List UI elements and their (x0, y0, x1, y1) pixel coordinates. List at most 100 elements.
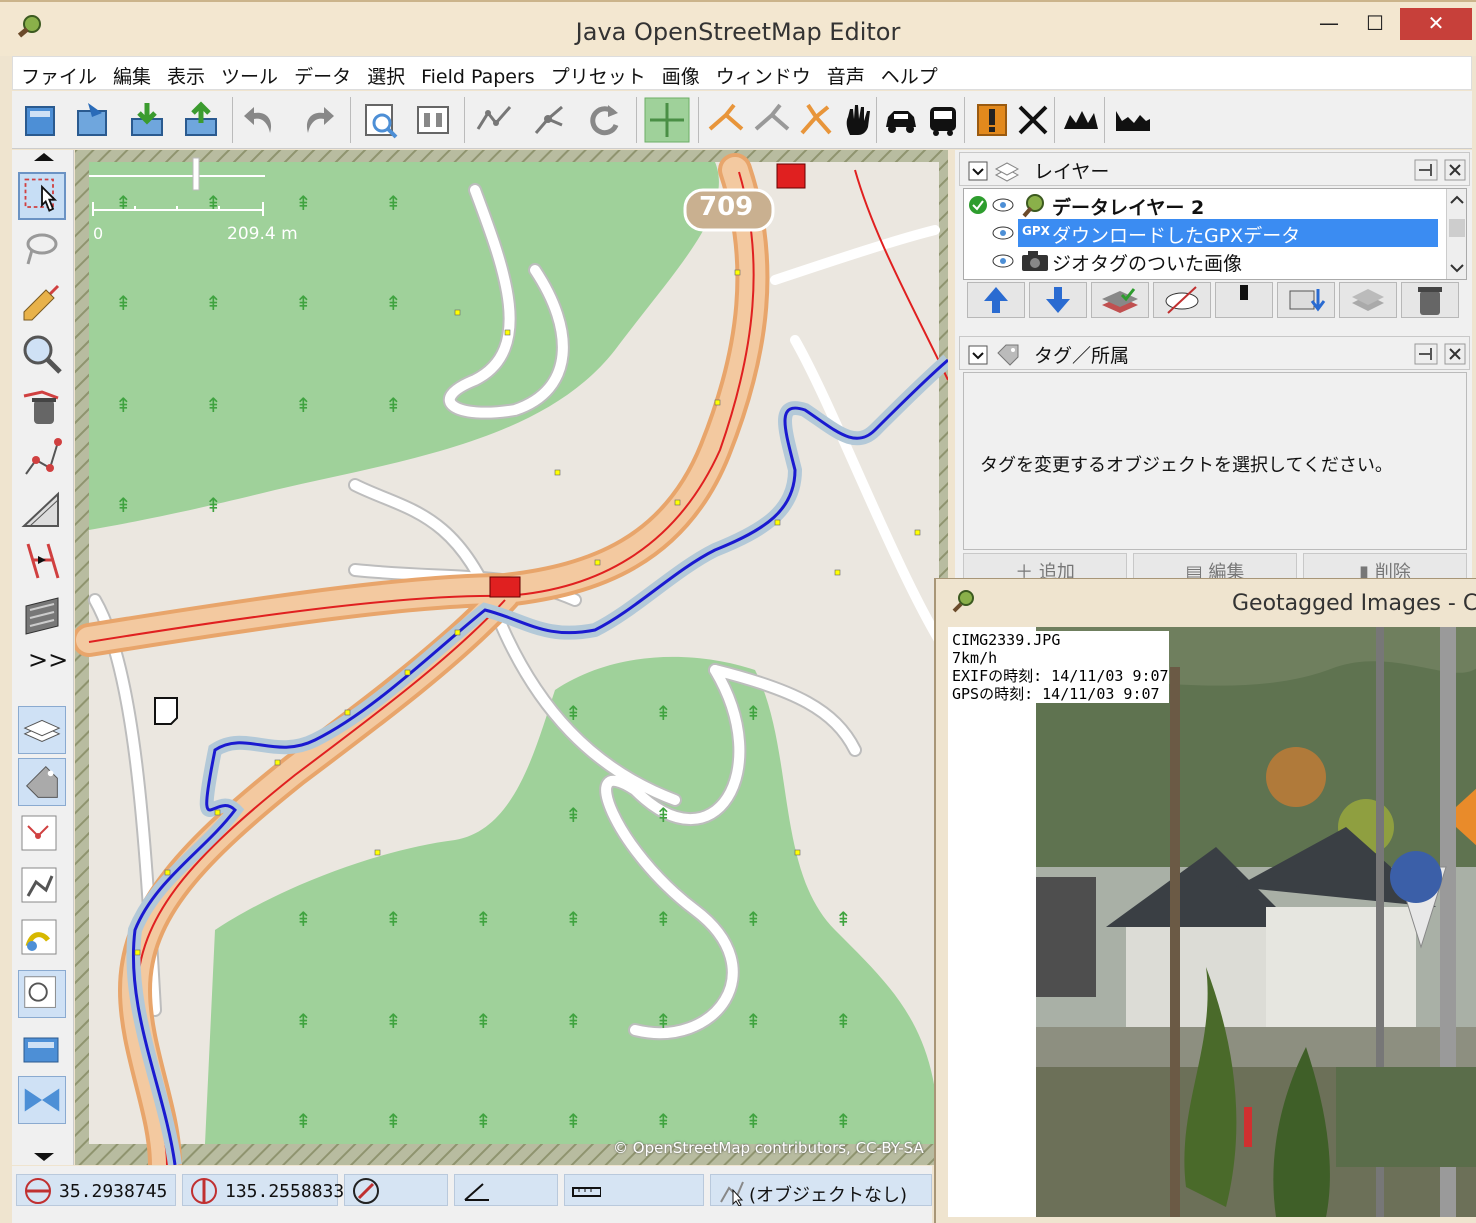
layer-name: ダウンロードしたGPXデータ (1052, 225, 1301, 247)
selection-cursor-icon (720, 1181, 744, 1206)
layers-icon (994, 162, 1020, 182)
map-paint-icon[interactable] (18, 970, 66, 1018)
toggle-panels-icon[interactable] (412, 99, 454, 141)
more-tools-icon[interactable]: >> (28, 646, 68, 674)
panel-close-icon[interactable] (1444, 159, 1466, 181)
menu-item[interactable]: プリセット (543, 57, 654, 89)
maximize-button[interactable]: ☐ (1352, 8, 1398, 40)
unglue-icon[interactable] (752, 99, 794, 141)
layer-scrollbar[interactable] (1446, 189, 1466, 279)
collapse-icon[interactable] (968, 161, 988, 181)
building-mode-icon[interactable] (18, 590, 66, 638)
draw-mode-icon[interactable] (18, 278, 66, 326)
delete-tool-icon[interactable] (1012, 99, 1054, 141)
redo-icon[interactable] (296, 99, 338, 141)
select-mode-icon[interactable] (18, 172, 66, 220)
improve-way-icon[interactable] (18, 434, 66, 482)
menu-item[interactable]: ツール (213, 57, 286, 89)
menu-item[interactable]: 選択 (359, 57, 413, 89)
combine-way-icon[interactable] (706, 99, 748, 141)
svg-text:⇞: ⇞ (565, 701, 582, 725)
bus-icon[interactable] (922, 99, 964, 141)
arrow-down-icon (1046, 287, 1070, 313)
attribution-text[interactable]: © OpenStreetMap contributors, CC-BY-SA (613, 1139, 924, 1157)
activate-layer-button[interactable] (1091, 282, 1149, 318)
pin-icon[interactable] (1414, 343, 1438, 365)
download-icon[interactable] (126, 99, 168, 141)
car-icon[interactable] (880, 99, 922, 141)
menu-item[interactable]: ウィンドウ (708, 57, 819, 89)
svg-text:⇞: ⇞ (385, 1109, 402, 1133)
move-up-button[interactable] (967, 282, 1025, 318)
visibility-eye-icon[interactable] (992, 197, 1014, 213)
menu-item[interactable]: データ (286, 57, 359, 89)
split-way-icon[interactable] (528, 99, 570, 141)
toggle-visibility-button[interactable] (1153, 282, 1211, 318)
delete-layer-button[interactable] (1401, 282, 1459, 318)
latitude-field: 35.2938745 (16, 1174, 176, 1206)
lasso-mode-icon[interactable] (18, 226, 66, 274)
layer-row[interactable]: データレイヤー 2 (964, 191, 1448, 219)
layer-row[interactable]: ジオタグのついた画像 (964, 247, 1448, 275)
delete-mode-icon[interactable] (18, 382, 66, 430)
visibility-eye-icon[interactable] (992, 253, 1014, 269)
validation-icon[interactable] (972, 99, 1014, 141)
merge-layer-button[interactable] (1277, 282, 1335, 318)
move-down-button[interactable] (1029, 282, 1087, 318)
close-button[interactable]: ✕ (1400, 8, 1472, 40)
scroll-up-icon[interactable] (32, 152, 56, 162)
hand-icon[interactable] (838, 99, 880, 141)
opacity-button[interactable] (1215, 282, 1273, 318)
tags-dialog-icon[interactable] (18, 758, 66, 806)
selection-list-icon[interactable] (18, 812, 66, 860)
gpx-badge-icon: GPX (1022, 224, 1050, 238)
menu-item[interactable]: 画像 (654, 57, 708, 89)
elevation-icon[interactable] (1060, 99, 1102, 141)
extrude-mode-icon[interactable] (18, 538, 66, 586)
scroll-down-icon[interactable] (32, 1152, 56, 1162)
scale-label: 209.4 m (227, 224, 298, 244)
minimize-button[interactable]: — (1306, 8, 1352, 40)
layers-dialog-icon[interactable] (18, 706, 66, 754)
menu-item[interactable]: 表示 (159, 57, 213, 89)
panel-close-icon[interactable] (1444, 343, 1466, 365)
parallel-mode-icon[interactable] (18, 486, 66, 534)
menu-item[interactable]: 音声 (819, 57, 873, 89)
svg-text:⇞: ⇞ (835, 907, 852, 931)
menu-item[interactable]: ヘルプ (873, 57, 946, 89)
active-layer-check-icon[interactable] (968, 195, 988, 215)
menu-item[interactable]: 編集 (105, 57, 159, 89)
commands-icon[interactable] (18, 916, 66, 964)
relation-list-icon[interactable] (18, 864, 66, 912)
street-photo-image (1036, 627, 1476, 1217)
simplify-way-icon[interactable] (474, 99, 516, 141)
mapillary-icon[interactable] (18, 1076, 66, 1124)
preferences-icon[interactable] (360, 99, 402, 141)
longitude-value: 135.2558833 (225, 1181, 345, 1202)
save-icon[interactable] (72, 99, 114, 141)
svg-text:⇞: ⇞ (115, 191, 132, 215)
zoom-to-data-icon[interactable] (644, 97, 690, 143)
window-title: Java OpenStreetMap Editor (575, 18, 901, 46)
svg-text:⇞: ⇞ (385, 191, 402, 215)
merge-icon (1289, 289, 1326, 312)
menu-item[interactable]: ファイル (13, 57, 105, 89)
menu-item[interactable]: Field Papers (413, 61, 543, 93)
merge-nodes-icon[interactable] (796, 99, 838, 141)
undo-icon[interactable] (240, 99, 282, 141)
map-view[interactable]: ⇞ ⇞ ⇞ ⇞ ⇞ ⇞ ⇞ ⇞ ⇞ ⇞ ⇞ ⇞ ⇞ ⇞ ⇞ ⇞ ⇞ ⇞ ⇞ ⇞ ⇞ ⇞ ⇞ ⇞ ⇞ ⇞ ⇞ ⇞ ⇞ ⇞ ⇞ ⇞ ⇞… (75, 150, 948, 1165)
open-file-icon[interactable] (20, 99, 62, 141)
duplicate-layer-button[interactable] (1339, 282, 1397, 318)
map-canvas[interactable]: ⇞ ⇞ ⇞ ⇞ ⇞ ⇞ ⇞ ⇞ ⇞ ⇞ ⇞ ⇞ ⇞ ⇞ ⇞ ⇞ ⇞ ⇞ ⇞ ⇞ ⇞ ⇞ ⇞ ⇞ ⇞ ⇞ ⇞ ⇞ ⇞ ⇞ ⇞ ⇞ ⇞… (75, 150, 948, 1165)
profile-icon[interactable] (1112, 99, 1154, 141)
layer-row[interactable]: GPX ダウンロードしたGPXデータ (964, 219, 1448, 247)
photo-viewer[interactable]: CIMG2339.JPG 7km/h EXIFの時刻: 14/11/03 9:0… (948, 627, 1476, 1217)
refresh-icon[interactable] (582, 99, 624, 141)
visibility-eye-icon[interactable] (992, 225, 1014, 241)
conflict-icon[interactable] (18, 1024, 66, 1072)
svg-text:⇞: ⇞ (385, 291, 402, 315)
pin-icon[interactable] (1414, 159, 1438, 181)
zoom-mode-icon[interactable] (18, 330, 66, 378)
upload-icon[interactable] (180, 99, 222, 141)
collapse-icon[interactable] (968, 345, 988, 365)
